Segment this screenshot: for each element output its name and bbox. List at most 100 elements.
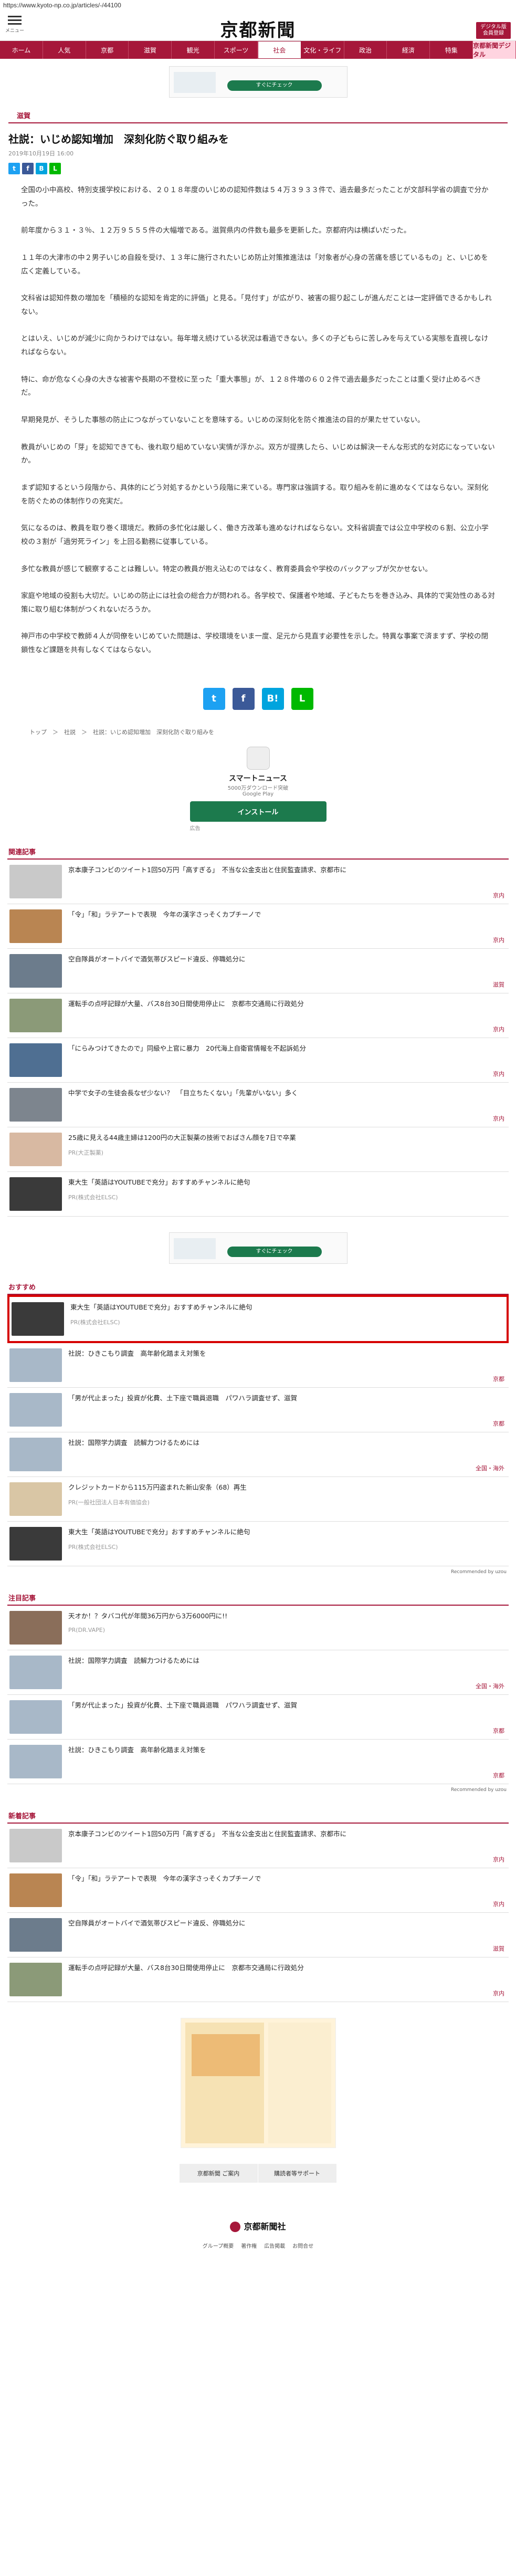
footer-menu-item[interactable]: 広告掲載 bbox=[264, 2242, 285, 2249]
thumbnail bbox=[9, 1962, 62, 1996]
line-share-icon[interactable]: L bbox=[49, 163, 61, 174]
menu-button[interactable]: メニュー bbox=[4, 14, 25, 34]
article-paragraph: 多忙な教員が感じて観察することは難しい。特定の教員が抱え込むのではなく、教育委員… bbox=[21, 564, 432, 573]
related-section: 関連記事 京本康子コンビのツイート1回50万円「高すぎる」 不当な公金支出と住民… bbox=[7, 844, 509, 1217]
list-item[interactable]: 「令」「和」ラテアートで表現 今年の漢字さっそくカプチーノで 京内 bbox=[7, 1868, 509, 1913]
list-item[interactable]: クレジットカードから115万円盗まれた新山安条（68）再生 PR(一般社団法人日本… bbox=[7, 1477, 509, 1522]
list-item[interactable]: 東大生「英語はYOUTUBEで充分」おすすめチャンネルに絶句 PR(株式会社ELS… bbox=[7, 1294, 509, 1343]
list-item[interactable]: 社説：ひきこもり調査 高年齢化踏まえ対策を 京都 bbox=[7, 1343, 509, 1388]
pr-label: PR(株式会社ELSC) bbox=[68, 1543, 118, 1551]
ad-cta-button[interactable]: すぐにチェック bbox=[227, 80, 322, 91]
nav-item-home[interactable]: ホーム bbox=[0, 41, 43, 59]
item-category: 京内 bbox=[493, 892, 504, 899]
nav-item-shiga[interactable]: 滋賀 bbox=[129, 41, 172, 59]
facebook-share-icon[interactable]: f bbox=[232, 687, 255, 710]
item-category: 全国・海外 bbox=[476, 1682, 504, 1690]
footer-link-guide[interactable]: 京都新聞 ご案内 bbox=[180, 2163, 258, 2183]
list-item[interactable]: 東大生「英語はYOUTUBEで充分」おすすめチャンネルに絶句 PR(株式会社ELS… bbox=[7, 1522, 509, 1566]
share-row-bottom: t f B! L bbox=[0, 687, 516, 710]
pr-label: PR(株式会社ELSC) bbox=[70, 1318, 120, 1326]
article-paragraph: まず認知するという段階から、具体的にどう対処するかという段階に来ている。専門家は… bbox=[21, 483, 489, 506]
hamburger-icon bbox=[8, 16, 22, 25]
list-item[interactable]: 25歳に見える44歳主婦は1200円の大正製薬の技術でおばさん顔を7日で卒業 PR… bbox=[7, 1127, 509, 1172]
article-paragraph: 教員がいじめの「芽」を認知できても、後れ取り組めていない実情が浮かぶ。双方が提携… bbox=[21, 443, 495, 465]
mid-ad-banner[interactable]: すぐにチェック bbox=[169, 1232, 347, 1264]
item-title: 中学で女子の生徒会長なぜ少ない？ 「目立ちたくない」「先輩がいない」多く bbox=[68, 1088, 298, 1097]
breadcrumb[interactable]: トップ ＞ 社説 ＞ 社説：いじめ認知増加 深刻化防ぐ取り組みを bbox=[0, 724, 516, 741]
list-item[interactable]: 「にらみつけてきたので」同級や上官に暴力 20代海上自衛官情報を不起訴処分 京内 bbox=[7, 1038, 509, 1083]
top-ad-banner[interactable]: すぐにチェック bbox=[169, 66, 347, 98]
list-item[interactable]: 「令」「和」ラテアートで表現 今年の漢字さっそくカプチーノで 京内 bbox=[7, 904, 509, 949]
thumbnail bbox=[9, 1873, 62, 1907]
list-item[interactable]: 「男が代止まった」投資が化費、土下座で職員退職 パワハラ調査せず、滋賀 京都 bbox=[7, 1388, 509, 1432]
line-share-icon[interactable]: L bbox=[291, 687, 313, 710]
list-item[interactable]: 運転手の点呼記録が大量、バス8台30日間使用停止に 京都市交通局に行政処分 京内 bbox=[7, 1957, 509, 2002]
list-item[interactable]: 天オか！？タバコ代が年間36万円から3万6000円に!! PR(DR.VAPE) bbox=[7, 1606, 509, 1650]
article-date: 2019年10月19日 16:00 bbox=[8, 150, 74, 157]
nav-item-digital[interactable]: 京都新聞デジタル bbox=[473, 41, 516, 59]
app-install-button[interactable]: インストール bbox=[189, 801, 327, 822]
nav-item-sports[interactable]: スポーツ bbox=[215, 41, 258, 59]
list-item[interactable]: 運転手の点呼記録が大量、バス8台30日間使用停止に 京都市交通局に行政処分 京内 bbox=[7, 993, 509, 1038]
item-title: 運転手の点呼記録が大量、バス8台30日間使用停止に 京都市交通局に行政処分 bbox=[68, 1963, 304, 1972]
item-category: 京内 bbox=[493, 1900, 504, 1908]
footer-link-support[interactable]: 購読者等サポート bbox=[258, 2163, 337, 2183]
thumbnail bbox=[9, 909, 62, 943]
nav-item-economy[interactable]: 経済 bbox=[387, 41, 430, 59]
list-item[interactable]: 社説：国際学力調査 読解力つけるためには 全国・海外 bbox=[7, 1432, 509, 1477]
item-category: 京都 bbox=[493, 1772, 504, 1779]
powered-by[interactable]: Recommended by uzou bbox=[7, 1566, 509, 1578]
item-title: 「男が代止まった」投資が化費、土下座で職員退職 パワハラ調査せず、滋賀 bbox=[68, 1701, 298, 1709]
thumbnail bbox=[9, 1392, 62, 1427]
hatena-share-icon[interactable]: B! bbox=[261, 687, 284, 710]
item-title: 運転手の点呼記録が大量、バス8台30日間使用停止に 京都市交通局に行政処分 bbox=[68, 999, 304, 1008]
facebook-share-icon[interactable]: f bbox=[22, 163, 34, 174]
bottom-ad-banner[interactable] bbox=[180, 2017, 336, 2148]
list-item[interactable]: 中学で女子の生徒会長なぜ少ない？ 「目立ちたくない」「先輩がいない」多く京内 bbox=[7, 1083, 509, 1127]
ad-caption: 広告 bbox=[189, 825, 201, 832]
nav-item-feature[interactable]: 特集 bbox=[430, 41, 473, 59]
thumbnail bbox=[12, 1302, 64, 1336]
footer-menu-item[interactable]: お問合せ bbox=[292, 2242, 313, 2249]
item-category: 京都 bbox=[493, 1420, 504, 1427]
menu-label: メニュー bbox=[5, 28, 24, 34]
nav-item-kyoto[interactable]: 京都 bbox=[86, 41, 129, 59]
item-title: 東大生「英語はYOUTUBEで充分」おすすめチャンネルに絶句 bbox=[70, 1303, 252, 1311]
item-category: 京内 bbox=[493, 1115, 504, 1122]
article-category[interactable]: 滋賀 bbox=[8, 105, 508, 123]
list-item[interactable]: 空自隊員がオートバイで酒気帯びスピード違反、停職処分に 滋賀 bbox=[7, 949, 509, 993]
list-item[interactable]: 社説：ひきこもり調査 高年齢化踏まえ対策を 京都 bbox=[7, 1740, 509, 1784]
list-item[interactable]: 東大生「英語はYOUTUBEで充分」おすすめチャンネルに絶句 PR(株式会社ELS… bbox=[7, 1172, 509, 1217]
hatena-share-icon[interactable]: B bbox=[36, 163, 47, 174]
item-title: 空自隊員がオートバイで酒気帯びスピード違反、停職処分に bbox=[68, 955, 246, 963]
nav-item-popular[interactable]: 人気 bbox=[43, 41, 86, 59]
twitter-share-icon[interactable]: t bbox=[203, 687, 225, 710]
twitter-share-icon[interactable]: t bbox=[8, 163, 20, 174]
nav-item-culture[interactable]: 文化・ライフ bbox=[301, 41, 344, 59]
site-logo[interactable]: 京都新聞 bbox=[220, 16, 296, 41]
list-item[interactable]: 空自隊員がオートバイで酒気帯びスピード違反、停職処分に 滋賀 bbox=[7, 1913, 509, 1957]
item-title: 空自隊員がオートバイで酒気帯びスピード違反、停職処分に bbox=[68, 1919, 246, 1927]
article-paragraph: 神戸市の中学校で教師４人が同僚をいじめていた問題は、学校環境をいま一度、足元から… bbox=[21, 632, 489, 655]
nav-item-tourism[interactable]: 観光 bbox=[172, 41, 215, 59]
article-body: 全国の小中高校、特別支援学校における、２０１８年度のいじめの認知件数は５４万３９… bbox=[0, 181, 516, 674]
nav-item-society[interactable]: 社会 bbox=[257, 41, 301, 59]
app-name: スマートニュース bbox=[229, 774, 287, 783]
ad-cta-button[interactable]: すぐにチェック bbox=[227, 1246, 322, 1257]
powered-by[interactable]: Recommended by uzou bbox=[7, 1784, 509, 1796]
footer-logo[interactable]: 京都新聞社 bbox=[0, 2219, 516, 2233]
article-paragraph: 家庭や地域の役割も大切だ。いじめの防止には社会の総合力が問われる。各学校で、保護… bbox=[21, 592, 495, 614]
article-paragraph: 気になるのは、教員を取り巻く環境だ。教師の多忙化は厳しく、働き方改革も進めなけれ… bbox=[21, 524, 489, 546]
nav-item-politics[interactable]: 政治 bbox=[344, 41, 387, 59]
list-item[interactable]: 社説：国際学力調査 読解力つけるためには 全国・海外 bbox=[7, 1650, 509, 1695]
footer-menu-item[interactable]: 著作権 bbox=[241, 2242, 257, 2249]
list-item[interactable]: 京本康子コンビのツイート1回50万円「高すぎる」 不当な公金支出と住民監査請求、… bbox=[7, 1824, 509, 1868]
url-bar[interactable]: https://www.kyoto-np.co.jp/articles/-/44… bbox=[0, 0, 516, 11]
list-item[interactable]: 京本康子コンビのツイート1回50万円「高すぎる」 不当な公金支出と住民監査請求、… bbox=[7, 860, 509, 904]
article-title: 社説：いじめ認知増加 深刻化防ぐ取り組みを bbox=[8, 133, 229, 145]
thumbnail bbox=[9, 1828, 62, 1862]
list-item[interactable]: 「男が代止まった」投資が化費、土下座で職員退職 パワハラ調査せず、滋賀 京都 bbox=[7, 1695, 509, 1740]
digital-register-button[interactable]: デジタル版 会員登録 bbox=[476, 22, 511, 39]
thumbnail bbox=[9, 1348, 62, 1382]
footer-menu-item[interactable]: グループ概要 bbox=[203, 2242, 234, 2249]
